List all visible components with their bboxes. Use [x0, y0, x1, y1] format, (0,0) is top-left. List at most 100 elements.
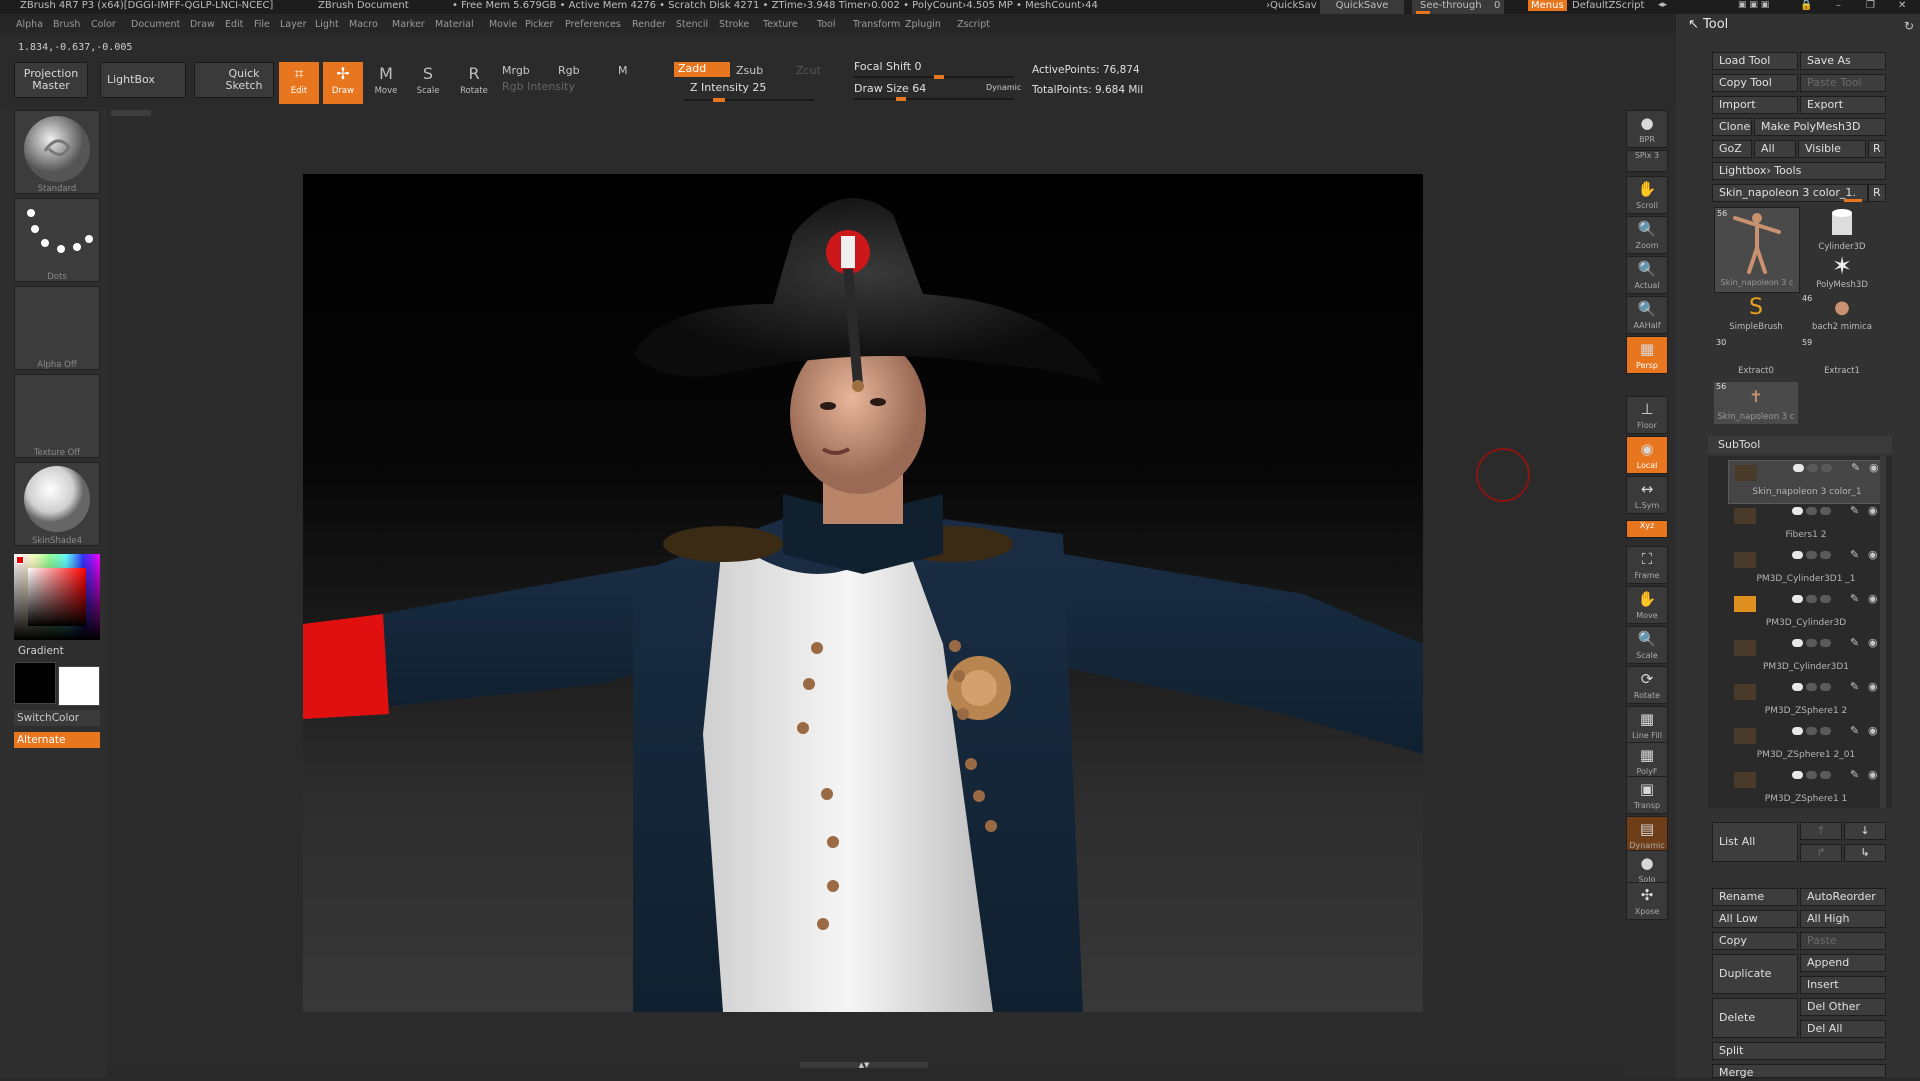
menu-zplugin[interactable]: Zplugin [905, 19, 941, 30]
subtool-header[interactable]: SubTool [1708, 436, 1892, 454]
polypaint-toggle-icon[interactable] [1793, 464, 1804, 472]
polypaint-toggle-icon[interactable] [1820, 551, 1831, 559]
material-thumbnail[interactable] [14, 462, 100, 546]
goz-r-button[interactable]: R [1868, 140, 1886, 158]
autoreorder-button[interactable]: AutoReorder [1800, 888, 1886, 906]
menu-file[interactable]: File [254, 19, 270, 30]
m-button[interactable]: M [618, 64, 628, 77]
menu-alpha[interactable]: Alpha [16, 19, 43, 30]
rgb-intensity-slider[interactable]: Rgb Intensity [502, 80, 575, 93]
lightbox-tools-button[interactable]: Lightbox› Tools [1712, 162, 1886, 180]
load-tool-button[interactable]: Load Tool [1712, 52, 1798, 70]
menu-document[interactable]: Document [131, 19, 180, 30]
brush-toggle-icon[interactable]: ✎ [1850, 768, 1859, 781]
polypaint-toggle-icon[interactable] [1792, 595, 1803, 603]
lsym-button[interactable]: ↔ L.Sym [1626, 476, 1668, 514]
menu-picker[interactable]: Picker [525, 19, 553, 30]
menu-render[interactable]: Render [632, 19, 666, 30]
menu-color[interactable]: Color [91, 19, 116, 30]
menu-texture[interactable]: Texture [763, 19, 798, 30]
draw-button[interactable]: ✢ Draw [323, 62, 363, 104]
brush-toggle-icon[interactable]: ✎ [1850, 548, 1859, 561]
see-through-slider[interactable]: See-through 0 [1412, 0, 1504, 14]
menu-brush[interactable]: Brush [53, 19, 80, 30]
current-tool-r-button[interactable]: R [1868, 184, 1886, 202]
move-up-group-icon[interactable]: ↱ [1800, 844, 1842, 862]
minimize-icon[interactable]: – [1836, 0, 1841, 11]
del-all-button[interactable]: Del All [1800, 1020, 1886, 1038]
menu-marker[interactable]: Marker [392, 19, 425, 30]
brush-toggle-icon[interactable]: ✎ [1851, 461, 1860, 474]
polypaint-toggle-icon[interactable] [1806, 551, 1817, 559]
alternate-button[interactable]: Alternate [14, 732, 100, 748]
polypaint-toggle-icon[interactable] [1820, 771, 1831, 779]
scroll-handle[interactable] [111, 110, 151, 116]
color-picker[interactable] [14, 554, 100, 640]
del-other-button[interactable]: Del Other [1800, 998, 1886, 1016]
dynamic-toggle[interactable]: Dynamic [986, 83, 1021, 92]
lock-icon[interactable]: 🔒 [1800, 0, 1812, 11]
polypaint-toggle-icon[interactable] [1792, 683, 1803, 691]
color-square[interactable] [28, 568, 86, 626]
menu-stroke[interactable]: Stroke [719, 19, 749, 30]
linefill-button[interactable]: ▦ Line Fill [1626, 706, 1668, 744]
merge-button[interactable]: Merge [1712, 1064, 1886, 1079]
tool-thumb-skin-napoleon-2[interactable]: 56 ✝ Skin_napoleon 3 c [1714, 382, 1798, 424]
brush-toggle-icon[interactable]: ✎ [1850, 504, 1859, 517]
projection-master-button[interactable]: Projection Master [14, 62, 88, 98]
actual-button[interactable]: 🔍 Actual [1626, 256, 1668, 294]
quicksave-button[interactable]: QuickSave [1320, 0, 1404, 14]
tool-thumb-bach2-mimica[interactable]: 46 ● bach2 mimica [1800, 294, 1884, 334]
subtool-item[interactable]: ✎ ◉ PM3D_ZSphere1 2 [1728, 680, 1884, 722]
scale-button[interactable]: S Scale [408, 62, 448, 104]
delete-button[interactable]: Delete [1712, 998, 1798, 1038]
polypaint-toggle-icon[interactable] [1792, 727, 1803, 735]
visibility-eye-icon[interactable]: ◉ [1868, 768, 1878, 781]
paste-subtool-button[interactable]: Paste [1800, 932, 1886, 950]
goz-visible-button[interactable]: Visible [1798, 140, 1866, 158]
polypaint-toggle-icon[interactable] [1792, 639, 1803, 647]
brush-thumbnail[interactable] [14, 110, 100, 194]
transp-button[interactable]: ▣ Transp [1626, 776, 1668, 814]
tool-thumb-polymesh3d[interactable]: ✶ PolyMesh3D [1800, 252, 1884, 292]
visibility-eye-icon[interactable]: ◉ [1868, 680, 1878, 693]
brush-toggle-icon[interactable]: ✎ [1850, 636, 1859, 649]
mrgb-button[interactable]: Mrgb [502, 64, 530, 77]
polypaint-toggle-icon[interactable] [1792, 771, 1803, 779]
polypaint-toggle-icon[interactable] [1807, 464, 1818, 472]
layout-icons[interactable]: ▣ ▣ ▣ [1738, 0, 1769, 10]
append-button[interactable]: Append [1800, 954, 1886, 972]
z-intensity-slider[interactable] [684, 98, 814, 102]
subtool-item[interactable]: ✎ ◉ PM3D_Cylinder3D1 _1 [1728, 548, 1884, 590]
menu-draw[interactable]: Draw [190, 19, 215, 30]
polypaint-toggle-icon[interactable] [1820, 595, 1831, 603]
polypaint-toggle-icon[interactable] [1820, 507, 1831, 515]
xpose-button[interactable]: ✣ Xpose [1626, 882, 1668, 920]
polyf-button[interactable]: ▦ PolyF [1626, 742, 1668, 780]
primary-color-swatch[interactable] [58, 666, 100, 706]
clone-button[interactable]: Clone [1712, 118, 1752, 136]
floor-button[interactable]: ⊥ Floor [1626, 396, 1668, 434]
import-button[interactable]: Import [1712, 96, 1798, 114]
secondary-color-swatch[interactable] [14, 662, 56, 704]
rotate-button[interactable]: ⟳ Rotate [1626, 666, 1668, 704]
paste-tool-button[interactable]: Paste Tool [1800, 74, 1886, 92]
move-down-icon[interactable]: ↓ [1844, 822, 1886, 840]
menu-layer[interactable]: Layer [280, 19, 307, 30]
polypaint-toggle-icon[interactable] [1806, 639, 1817, 647]
quick-sketch-button[interactable]: Quick Sketch [194, 62, 274, 98]
local-button[interactable]: ◉ Local [1626, 436, 1668, 474]
restore-icon[interactable]: ❐ [1866, 0, 1875, 11]
duplicate-button[interactable]: Duplicate [1712, 954, 1798, 994]
rgb-button[interactable]: Rgb [558, 64, 580, 77]
polypaint-toggle-icon[interactable] [1806, 727, 1817, 735]
brush-toggle-icon[interactable]: ✎ [1850, 680, 1859, 693]
brush-toggle-icon[interactable]: ✎ [1850, 592, 1859, 605]
split-button[interactable]: Split [1712, 1042, 1886, 1060]
tool-thumb-skin-napoleon[interactable]: 56 Skin_napoleon 3 c [1714, 207, 1800, 293]
texture-thumbnail[interactable] [14, 374, 100, 458]
visibility-eye-icon[interactable]: ◉ [1868, 548, 1878, 561]
menu-macro[interactable]: Macro [349, 19, 378, 30]
polypaint-toggle-icon[interactable] [1806, 595, 1817, 603]
menu-movie[interactable]: Movie [489, 19, 517, 30]
